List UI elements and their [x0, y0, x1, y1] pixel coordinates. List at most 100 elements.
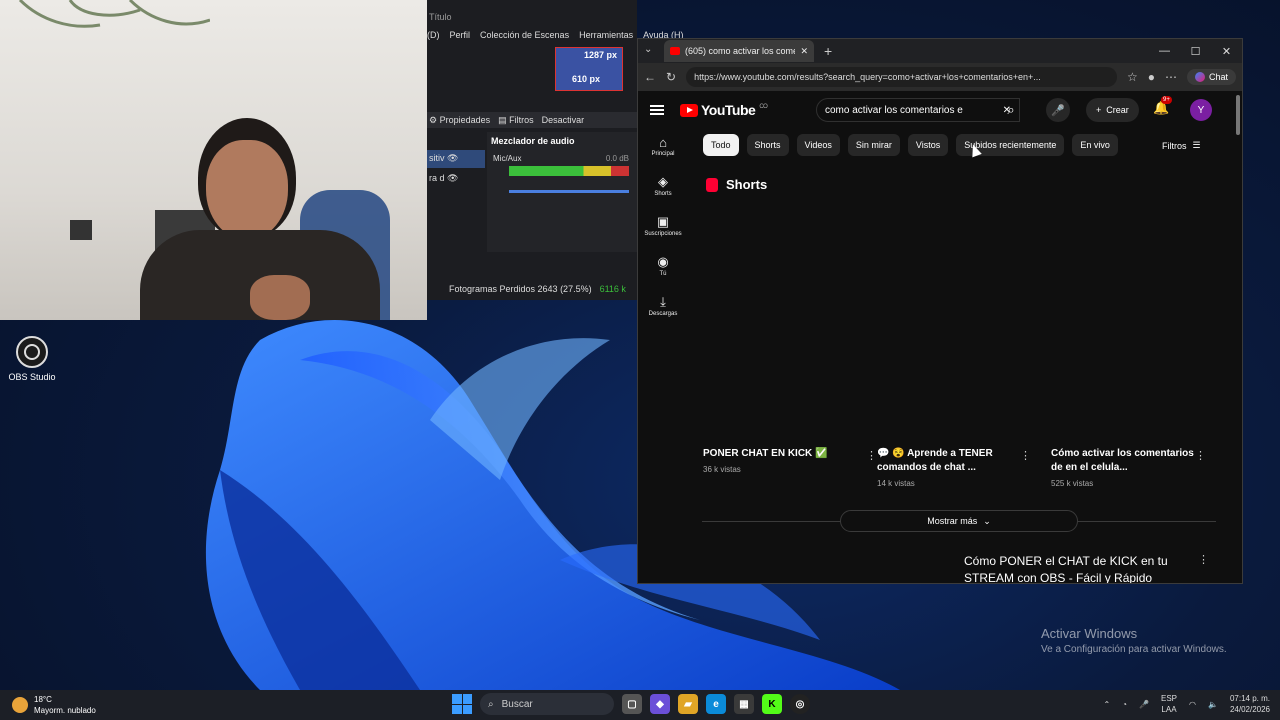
plus-icon: +	[1096, 105, 1102, 115]
obs-statusbar: Fotogramas Perdidos 2643 (27.5%) 6116 k	[427, 280, 637, 298]
taskbar: 18°C Mayorm. nublado ⌕ Buscar ▢ ◆ ▰ e ▦ …	[0, 690, 1280, 720]
start-button[interactable]	[452, 694, 472, 714]
more-vert-icon[interactable]: ⋮	[866, 449, 877, 462]
short-title: PONER CHAT EN KICK ✅	[703, 448, 828, 459]
deactivate-button[interactable]: Desactivar	[542, 115, 585, 125]
language-indicator[interactable]: ESP LAA	[1161, 693, 1177, 715]
weather-widget[interactable]: 18°C Mayorm. nublado	[12, 694, 96, 716]
close-tab-icon[interactable]: ✕	[800, 46, 808, 57]
sidebar-item-subscriptions[interactable]: ▣ Suscripciones	[638, 213, 688, 237]
youtube-logo[interactable]: YouTube CO	[680, 102, 768, 118]
chevron-up-icon[interactable]: ⌃	[1103, 700, 1110, 709]
sidebar-item-downloads[interactable]: ⤓ Descargas	[638, 293, 688, 317]
obs-menu-item[interactable]: Perfil	[450, 30, 471, 44]
create-button[interactable]: + Crear	[1086, 98, 1139, 122]
copilot-chat-button[interactable]: Chat	[1186, 69, 1236, 85]
task-view-icon[interactable]: ▢	[622, 694, 642, 714]
sidebar-item-shorts[interactable]: ◈ Shorts	[638, 173, 688, 197]
video-title[interactable]: Cómo PONER el CHAT de KICK en tu STREAM …	[964, 553, 1174, 583]
store-icon[interactable]: ▦	[734, 694, 754, 714]
url-field[interactable]: https://www.youtube.com/results?search_q…	[686, 67, 1117, 87]
weather-icon	[12, 697, 28, 713]
chip-unwatched[interactable]: Sin mirar	[847, 134, 900, 156]
source-row[interactable]: sitiv 👁	[427, 150, 485, 168]
filters-button[interactable]: Filtros ☰	[1162, 140, 1201, 151]
taskbar-search[interactable]: ⌕ Buscar	[480, 693, 614, 715]
wifi-icon[interactable]: ◠	[1189, 700, 1196, 709]
notifications-bell-icon[interactable]: 🔔 9+	[1153, 96, 1172, 116]
sidebar-label: Suscripciones	[644, 231, 682, 237]
download-icon: ⤓	[660, 294, 666, 309]
obs-preview[interactable]: 1287 px 610 px	[555, 47, 623, 91]
more-vert-icon[interactable]: ⋮	[1195, 449, 1206, 462]
audio-mixer: Mezclador de audio Mic/Aux 0.0 dB	[487, 132, 637, 252]
clock-date: 24/02/2026	[1229, 705, 1270, 714]
kick-icon[interactable]: K	[762, 694, 782, 714]
reload-icon[interactable]: ↻	[666, 70, 676, 84]
filters-label: Filtros	[509, 114, 534, 125]
back-arrow-icon[interactable]: ←	[644, 70, 656, 84]
file-explorer-icon[interactable]: ▰	[678, 694, 698, 714]
watermark-title: Activar Windows	[1041, 626, 1138, 641]
browser-tab[interactable]: (605) como activar los comentarios ✕	[664, 40, 814, 62]
filters-button[interactable]: ▤ Filtros	[498, 115, 534, 126]
source-row[interactable]: ra d 👁	[427, 168, 485, 186]
properties-button[interactable]: ⚙ Propiedades	[429, 115, 490, 126]
minimize-button[interactable]: —	[1149, 39, 1180, 63]
youtube-play-icon	[680, 103, 698, 117]
more-options-icon[interactable]: ⋯	[1165, 70, 1177, 84]
system-tray: ⌃ ◔ 🎤 ESP LAA ◠ 🔈 07:14 p. m. 24/02/2026	[1103, 693, 1270, 715]
dropped-frames: Fotogramas Perdidos 2643 (27.5%)	[449, 284, 592, 294]
search-placeholder: Buscar	[501, 698, 533, 710]
clock[interactable]: 07:14 p. m. 24/02/2026	[1230, 693, 1270, 715]
home-icon: ⌂	[659, 134, 667, 150]
short-card[interactable]: Cómo activar los comentarios de en el ce…	[1051, 447, 1206, 488]
profile-icon[interactable]: ●	[1148, 70, 1155, 84]
sidebar-item-home[interactable]: ⌂ Principal	[638, 133, 688, 158]
subscriptions-icon: ▣	[656, 214, 670, 229]
copilot-icon[interactable]: ◆	[650, 694, 670, 714]
menu-icon[interactable]	[650, 105, 664, 115]
search-icon: ⌕	[488, 698, 494, 710]
volume-slider[interactable]	[509, 190, 629, 193]
search-icon[interactable]: ⌕	[992, 98, 1030, 122]
deactivate-label: Desactivar	[541, 115, 585, 125]
obs-menu-item[interactable]: (D)	[427, 30, 440, 44]
show-more-button[interactable]: Mostrar más ⌄	[840, 510, 1078, 532]
audio-meter	[509, 166, 629, 176]
close-window-button[interactable]: ✕	[1211, 39, 1242, 63]
short-card[interactable]: PONER CHAT EN KICK ✅ 36 k vistas ⋮	[703, 447, 877, 474]
tab-list-icon[interactable]: ⌄	[644, 44, 652, 55]
obs-studio-desktop-icon[interactable]: OBS Studio	[8, 336, 56, 382]
favorites-star-icon[interactable]: ☆	[1127, 70, 1138, 84]
sidebar-label: Shorts	[654, 191, 672, 197]
more-vert-icon[interactable]: ⋮	[1198, 553, 1209, 566]
obs-menu-item[interactable]: Herramientas	[579, 30, 633, 44]
chip-all[interactable]: Todo	[703, 134, 739, 156]
more-vert-icon[interactable]: ⋮	[1020, 449, 1031, 462]
chip-shorts[interactable]: Shorts	[746, 134, 789, 156]
network-icon[interactable]: ◔	[1122, 700, 1127, 709]
maximize-button[interactable]: ☐	[1180, 39, 1211, 63]
scrollbar[interactable]	[1236, 95, 1240, 135]
mixer-source: Mic/Aux	[493, 154, 522, 163]
mixer-db: 0.0 dB	[605, 154, 629, 163]
volume-icon[interactable]: 🔈	[1208, 700, 1218, 709]
obs-menu-item[interactable]: Colección de Escenas	[480, 30, 569, 44]
new-tab-button[interactable]: +	[824, 43, 832, 59]
chip-videos[interactable]: Videos	[796, 134, 840, 156]
sidebar-item-you[interactable]: ◉ Tú	[638, 253, 688, 277]
search-input[interactable]: como activar los comentarios e ✕	[816, 98, 1020, 122]
sidebar-label: Tú	[659, 271, 667, 277]
short-views: 14 k vistas	[877, 479, 915, 488]
weather-temp: 18°C	[34, 695, 52, 704]
chip-live[interactable]: En vivo	[1072, 134, 1118, 156]
mic-tray-icon[interactable]: 🎤	[1139, 700, 1149, 709]
short-card[interactable]: 💬 😵 Aprende a TENER comandos de chat ...…	[877, 447, 1031, 488]
chat-label: Chat	[1208, 72, 1228, 82]
microphone-icon[interactable]: 🎤	[1046, 98, 1070, 122]
obs-taskbar-icon[interactable]: ◎	[790, 694, 810, 714]
chip-watched[interactable]: Vistos	[907, 134, 949, 156]
avatar[interactable]: Y	[1190, 99, 1212, 121]
edge-icon[interactable]: e	[706, 694, 726, 714]
